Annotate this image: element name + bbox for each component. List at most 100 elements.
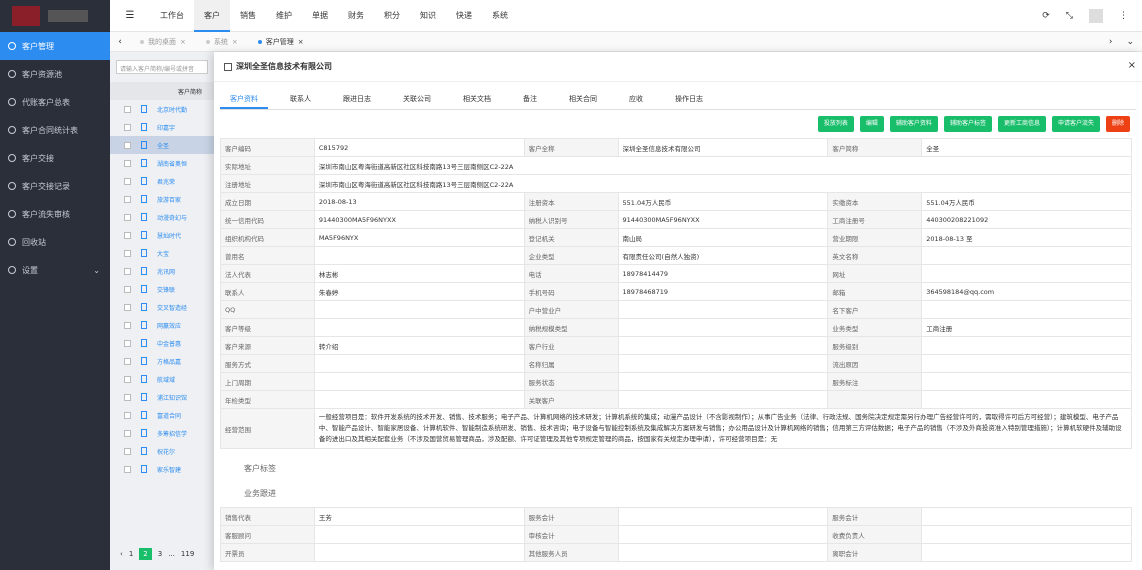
table-row[interactable]: 全圣 <box>110 136 214 154</box>
table-row[interactable]: 多筹招信学 <box>110 424 214 442</box>
action-button[interactable]: 辅助客户资料 <box>889 116 938 132</box>
checkbox[interactable] <box>124 213 131 221</box>
sidebar-item[interactable]: 客户资源池 <box>0 60 110 88</box>
nav-item[interactable]: 维护 <box>266 0 302 32</box>
tab-item[interactable]: 系统 × <box>196 37 248 47</box>
checkbox[interactable] <box>124 177 131 185</box>
modal-tab[interactable]: 客户资料 <box>220 88 268 109</box>
close-icon[interactable]: × <box>232 38 238 46</box>
page-button[interactable]: 3 <box>158 550 162 558</box>
more-icon[interactable]: ⋮ <box>1119 11 1128 21</box>
checkbox[interactable] <box>124 411 131 419</box>
customer-name-link[interactable]: 方格品嘉 <box>157 357 181 366</box>
document-icon[interactable] <box>141 393 147 401</box>
document-icon[interactable] <box>141 105 147 113</box>
table-row[interactable]: 北京时代勤 <box>110 100 214 118</box>
document-icon[interactable] <box>141 303 147 311</box>
action-button[interactable]: 编辑 <box>859 116 884 132</box>
customer-name-link[interactable]: 网赢效应 <box>157 321 181 330</box>
nav-item[interactable]: 销售 <box>230 0 266 32</box>
checkbox[interactable] <box>124 321 131 329</box>
action-button[interactable]: 申请客户流失 <box>1051 116 1100 132</box>
customer-name-link[interactable]: 富道合同 <box>157 411 181 420</box>
modal-tab[interactable]: 应收 <box>619 88 653 109</box>
search-input[interactable]: 请输入客户简称/编号或拼音 <box>116 60 208 74</box>
document-icon[interactable] <box>141 159 147 167</box>
checkbox[interactable] <box>124 249 131 257</box>
nav-item[interactable]: 工作台 <box>150 0 194 32</box>
checkbox[interactable] <box>124 231 131 239</box>
menu-icon[interactable]: ☰ <box>110 10 150 21</box>
refresh-icon[interactable]: ⟳ <box>1042 11 1050 21</box>
checkbox[interactable] <box>124 339 131 347</box>
checkbox[interactable] <box>124 285 131 293</box>
document-icon[interactable] <box>141 231 147 239</box>
document-icon[interactable] <box>141 321 147 329</box>
document-icon[interactable] <box>141 141 147 149</box>
checkbox[interactable] <box>124 159 131 167</box>
customer-name-link[interactable]: 湖南省奥恒 <box>157 159 187 168</box>
document-icon[interactable] <box>141 267 147 275</box>
customer-name-link[interactable]: 中金普惠 <box>157 339 181 348</box>
sidebar-item[interactable]: 客户交接记录 <box>0 172 110 200</box>
checkbox[interactable] <box>124 141 131 149</box>
customer-name-link[interactable]: 动漫奇幻与 <box>157 213 187 222</box>
action-button[interactable]: 更新工商信息 <box>997 116 1046 132</box>
table-row[interactable]: 网赢效应 <box>110 316 214 334</box>
checkbox[interactable] <box>124 303 131 311</box>
tab-left-arrow-icon[interactable]: ‹ <box>110 37 130 47</box>
document-icon[interactable] <box>141 465 147 473</box>
sidebar-item[interactable]: 客户交接 <box>0 144 110 172</box>
fullscreen-icon[interactable]: ⤡ <box>1066 11 1073 21</box>
checkbox[interactable] <box>124 447 131 455</box>
table-row[interactable]: 浦江知识馆 <box>110 388 214 406</box>
table-row[interactable]: 旅游百家 <box>110 190 214 208</box>
document-icon[interactable] <box>141 177 147 185</box>
document-icon[interactable] <box>141 357 147 365</box>
customer-name-link[interactable]: 家乐智建 <box>157 465 181 474</box>
page-button[interactable]: 1 <box>129 550 133 558</box>
modal-tab[interactable]: 相关文档 <box>453 88 501 109</box>
customer-name-link[interactable]: 浦江知识馆 <box>157 393 187 402</box>
customer-name-link[interactable]: 君兆荣 <box>157 177 175 186</box>
table-row[interactable]: 慧灿时代 <box>110 226 214 244</box>
customer-name-link[interactable]: 航域域 <box>157 375 175 384</box>
checkbox[interactable] <box>124 195 131 203</box>
document-icon[interactable] <box>141 285 147 293</box>
customer-name-link[interactable]: 旅游百家 <box>157 195 181 204</box>
checkbox[interactable] <box>124 105 131 113</box>
modal-tab[interactable]: 关联公司 <box>393 88 441 109</box>
table-row[interactable]: 兆讯网 <box>110 262 214 280</box>
nav-item[interactable]: 系统 <box>482 0 518 32</box>
table-row[interactable]: 大宝 <box>110 244 214 262</box>
table-row[interactable]: 君兆荣 <box>110 172 214 190</box>
page-button[interactable]: ‹ <box>120 550 123 558</box>
table-row[interactable]: 祝花尔 <box>110 442 214 460</box>
customer-name-link[interactable]: 交叉智造经 <box>157 303 187 312</box>
table-row[interactable]: 中金普惠 <box>110 334 214 352</box>
sidebar-item[interactable]: 回收站 <box>0 228 110 256</box>
close-icon[interactable]: × <box>1128 60 1136 71</box>
sidebar-item[interactable]: 设置 ⌄ <box>0 256 110 284</box>
customer-name-link[interactable]: 兆讯网 <box>157 267 175 276</box>
checkbox[interactable] <box>124 375 131 383</box>
checkbox[interactable] <box>124 267 131 275</box>
customer-name-link[interactable]: 全圣 <box>157 141 169 150</box>
action-button[interactable]: 辅助客户标签 <box>943 116 992 132</box>
document-icon[interactable] <box>141 123 147 131</box>
tab-item[interactable]: 我的桌面 × <box>130 37 196 47</box>
nav-item[interactable]: 知识 <box>410 0 446 32</box>
document-icon[interactable] <box>141 339 147 347</box>
table-row[interactable]: 动漫奇幻与 <box>110 208 214 226</box>
checkbox[interactable] <box>124 357 131 365</box>
document-icon[interactable] <box>141 447 147 455</box>
page-button[interactable]: 2 <box>139 548 152 560</box>
document-icon[interactable] <box>141 429 147 437</box>
tab-dropdown-icon[interactable]: ⌄ <box>1126 37 1134 47</box>
customer-name-link[interactable]: 印嘉宇 <box>157 123 175 132</box>
action-button[interactable]: 删除 <box>1105 116 1130 132</box>
tab-right-arrow-icon[interactable]: › <box>1109 37 1113 47</box>
nav-item[interactable]: 客户 <box>194 0 230 32</box>
customer-name-link[interactable]: 祝花尔 <box>157 447 175 456</box>
close-icon[interactable]: × <box>180 38 186 46</box>
